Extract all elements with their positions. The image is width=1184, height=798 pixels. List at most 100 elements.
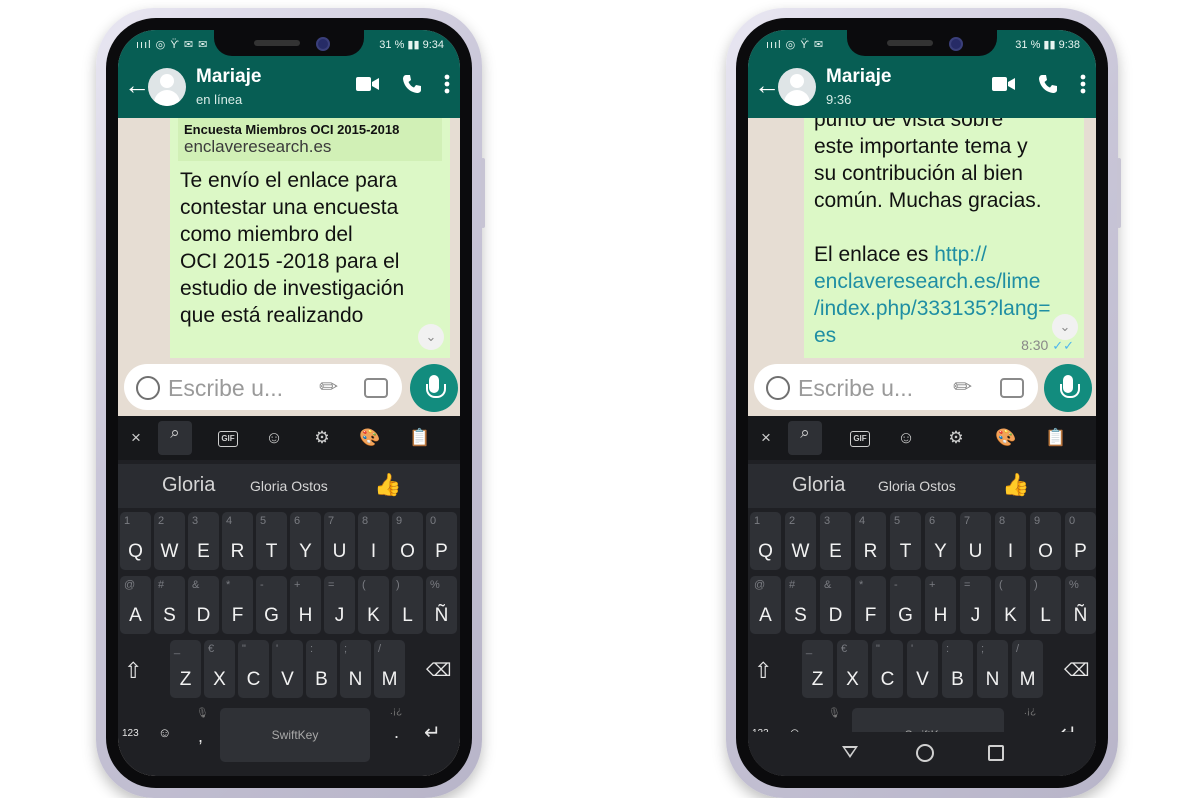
mic-button[interactable] — [1044, 364, 1092, 412]
key-j[interactable]: = J — [324, 576, 355, 634]
scroll-down-icon[interactable]: ⌄ — [1052, 314, 1078, 340]
suggestion-2[interactable]: Gloria Ostos — [250, 478, 328, 494]
key-o[interactable]: 9O — [1030, 512, 1061, 570]
spacebar[interactable]: SwiftKey — [220, 708, 370, 762]
key-c[interactable]: " C — [872, 640, 903, 698]
key-n[interactable]: ; N — [977, 640, 1008, 698]
key-z[interactable]: _ Z — [802, 640, 833, 698]
key-v[interactable]: ' V — [272, 640, 303, 698]
suggestion-1[interactable]: Gloria — [162, 474, 215, 497]
attach-icon[interactable]: ✎ — [948, 371, 979, 402]
suggestion-emoji[interactable]: 👍 — [374, 472, 401, 498]
key-o[interactable]: 9O — [392, 512, 423, 570]
gif-icon[interactable]: GIF — [850, 431, 870, 447]
key-i[interactable]: 8I — [995, 512, 1026, 570]
key-t[interactable]: 5T — [256, 512, 287, 570]
message-input[interactable]: Escribe u... ✎ — [754, 364, 1038, 410]
key-h[interactable]: + H — [925, 576, 956, 634]
key-e[interactable]: 3E — [188, 512, 219, 570]
key-s[interactable]: # S — [785, 576, 816, 634]
enter-icon[interactable]: ↵ — [424, 720, 441, 745]
key-m[interactable]: / M — [374, 640, 405, 698]
suggestion-1[interactable]: Gloria — [792, 474, 845, 497]
message-bubble[interactable]: Encuesta Miembros OCI 2015-2018 enclaver… — [170, 118, 450, 358]
key-k[interactable]: (K — [995, 576, 1026, 634]
chat-area[interactable]: Encuesta Miembros OCI 2015-2018 enclaver… — [118, 118, 460, 358]
close-icon[interactable]: × — [124, 426, 148, 450]
message-bubble[interactable]: punto de vista sobre este importante tem… — [804, 118, 1084, 358]
avatar[interactable] — [148, 68, 186, 106]
key-q[interactable]: 1Q — [750, 512, 781, 570]
key-y[interactable]: 6Y — [290, 512, 321, 570]
key-u[interactable]: 7U — [960, 512, 991, 570]
key-q[interactable]: 1Q — [120, 512, 151, 570]
key-m[interactable]: / M — [1012, 640, 1043, 698]
key-x[interactable]: € X — [837, 640, 868, 698]
suggestion-emoji[interactable]: 👍 — [1002, 472, 1029, 498]
settings-icon[interactable]: ⚙ — [310, 426, 334, 450]
sticker-icon[interactable]: ☺ — [262, 426, 286, 450]
key-p[interactable]: 0P — [1065, 512, 1096, 570]
nav-back-icon[interactable] — [842, 746, 858, 758]
sticker-icon[interactable]: ☺ — [894, 426, 918, 450]
key-b[interactable]: :B — [306, 640, 337, 698]
key-k[interactable]: (K — [358, 576, 389, 634]
contact-name[interactable]: Mariaje — [196, 66, 261, 88]
search-icon[interactable]: ⌕ — [158, 421, 192, 455]
key-f[interactable]: * F — [222, 576, 253, 634]
message-link[interactable]: enclaveresearch.es/lime — [814, 268, 1074, 295]
emoji-icon[interactable] — [136, 376, 160, 400]
key-f[interactable]: * F — [855, 576, 886, 634]
key-l[interactable]: ) L — [392, 576, 423, 634]
backspace-icon[interactable]: ⌫ — [426, 660, 451, 681]
key-s[interactable]: # S — [154, 576, 185, 634]
link-preview[interactable]: Encuesta Miembros OCI 2015-2018 enclaver… — [178, 118, 442, 161]
theme-icon[interactable]: 🎨 — [358, 426, 382, 450]
key-h[interactable]: + H — [290, 576, 321, 634]
search-icon[interactable]: ⌕ — [788, 421, 822, 455]
gif-icon[interactable]: GIF — [218, 431, 238, 447]
emoji-key-icon[interactable]: ☺ — [158, 725, 171, 740]
mic-button[interactable] — [410, 364, 458, 412]
key-t[interactable]: 5T — [890, 512, 921, 570]
nav-home-icon[interactable] — [916, 744, 934, 762]
key-e[interactable]: 3E — [820, 512, 851, 570]
video-call-icon[interactable] — [992, 76, 1016, 92]
key-w[interactable]: 2W — [785, 512, 816, 570]
scroll-down-icon[interactable]: ⌄ — [418, 324, 444, 350]
key-v[interactable]: ' V — [907, 640, 938, 698]
close-icon[interactable]: × — [754, 426, 778, 450]
camera-icon[interactable] — [1000, 378, 1024, 398]
key-z[interactable]: _ Z — [170, 640, 201, 698]
message-link[interactable]: /index.php/333135?lang= — [814, 295, 1074, 322]
key-w[interactable]: 2W — [154, 512, 185, 570]
backspace-icon[interactable]: ⌫ — [1064, 660, 1089, 681]
message-input[interactable]: Escribe u... ✎ — [124, 364, 402, 410]
attach-icon[interactable]: ✎ — [314, 371, 345, 402]
video-call-icon[interactable] — [356, 76, 380, 92]
settings-icon[interactable]: ⚙ — [944, 426, 968, 450]
key-p[interactable]: 0P — [426, 512, 457, 570]
clipboard-icon[interactable]: 📋 — [1044, 426, 1068, 450]
back-arrow-icon[interactable]: ← — [124, 72, 150, 98]
nav-recent-icon[interactable] — [988, 745, 1004, 761]
numbers-key[interactable]: 123 — [122, 728, 139, 739]
key-i[interactable]: 8I — [358, 512, 389, 570]
key-u[interactable]: 7U — [324, 512, 355, 570]
chat-area[interactable]: punto de vista sobre este importante tem… — [748, 118, 1096, 358]
key-l[interactable]: ) L — [1030, 576, 1061, 634]
key-d[interactable]: & D — [188, 576, 219, 634]
key-r[interactable]: 4R — [222, 512, 253, 570]
key-n[interactable]: ; N — [340, 640, 371, 698]
key-d[interactable]: & D — [820, 576, 851, 634]
period-key[interactable]: . — [394, 722, 399, 743]
shift-icon[interactable]: ⇧ — [754, 658, 772, 684]
key-x[interactable]: € X — [204, 640, 235, 698]
phone-call-icon[interactable] — [402, 74, 422, 94]
camera-icon[interactable] — [364, 378, 388, 398]
key-a[interactable]: @ A — [750, 576, 781, 634]
clipboard-icon[interactable]: 📋 — [408, 426, 432, 450]
key-c[interactable]: " C — [238, 640, 269, 698]
more-options-icon[interactable] — [1080, 74, 1086, 94]
comma-key[interactable]: , — [198, 726, 203, 747]
